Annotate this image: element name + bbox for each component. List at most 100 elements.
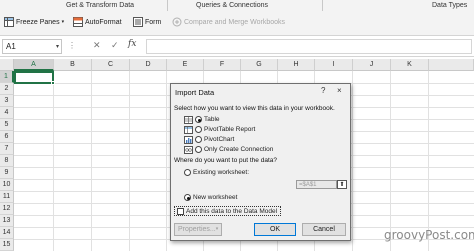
option-table[interactable]: Table [184,115,220,124]
table-icon [184,115,193,124]
freeze-panes-button[interactable]: Freeze Panes ▾ [4,15,64,29]
row-header[interactable]: 6 [0,131,14,143]
option-label: PivotTable Report [204,126,256,133]
option-label: PivotChart [204,136,235,143]
new-worksheet-radio[interactable] [184,194,191,201]
column-header[interactable]: F [204,59,241,71]
connection-icon [184,145,193,154]
row-header[interactable]: 9 [0,167,14,179]
gridline [53,71,54,251]
select-all-corner[interactable] [0,59,14,71]
group-label-queries: Queries & Connections [196,2,268,9]
gridline [166,71,167,251]
ribbon: Get & Transform Data Queries & Connectio… [0,0,474,36]
row-header[interactable]: 8 [0,155,14,167]
properties-button[interactable]: Properties... ▾ [174,223,222,236]
ok-button[interactable]: OK [254,223,296,236]
row-header[interactable]: 13 [0,215,14,227]
column-header[interactable]: G [241,59,278,71]
freeze-panes-label: Freeze Panes [16,18,60,26]
pivotchart-icon [184,135,193,144]
row-header[interactable]: 12 [0,203,14,215]
fill-handle[interactable] [51,81,55,85]
location-prompt: Where do you want to put the data? [174,157,277,164]
dialog-title: Import Data [175,88,215,97]
freeze-panes-icon [4,17,14,27]
row-header[interactable]: 10 [0,179,14,191]
new-worksheet-label: New worksheet [193,194,238,201]
group-label-get-transform: Get & Transform Data [66,2,135,9]
existing-worksheet-radio[interactable] [184,169,191,176]
row-header[interactable]: 5 [0,119,14,131]
row-header[interactable]: 14 [0,227,14,239]
autoformat-button[interactable]: AutoFormat [73,15,122,29]
chevron-down-icon[interactable]: ▾ [56,43,59,50]
group-separator [167,0,168,11]
row-header[interactable]: 7 [0,143,14,155]
collapse-dialog-icon[interactable]: ⬆ [337,180,347,189]
existing-worksheet-option[interactable]: Existing worksheet: [184,168,249,177]
close-icon[interactable]: × [337,86,342,95]
compare-merge-icon [172,17,182,27]
data-model-label: Add this data to the Data Model [186,207,278,215]
option-pivotchart[interactable]: PivotChart [184,135,234,144]
group-separator [322,0,323,11]
cancel-button[interactable]: Cancel [302,223,346,236]
column-header[interactable]: H [278,59,315,71]
column-header[interactable] [429,59,474,71]
existing-worksheet-label: Existing worksheet: [193,169,249,176]
row-header[interactable]: 15 [0,239,14,251]
row-header[interactable]: 1 [0,71,14,83]
cancel-entry-icon[interactable]: ✕ [93,40,101,51]
chevron-down-icon: ▾ [215,226,219,232]
properties-label: Properties... [178,226,216,233]
row-header[interactable]: 4 [0,107,14,119]
autoformat-label: AutoFormat [85,18,122,26]
column-header[interactable]: E [167,59,204,71]
chevron-down-icon: ▾ [61,19,65,25]
column-header[interactable]: I [315,59,353,71]
formula-input[interactable] [146,39,472,54]
column-header[interactable]: D [130,59,167,71]
group-label-data-types: Data Types [432,2,468,9]
insert-function-button[interactable]: fx [128,39,136,49]
confirm-entry-icon[interactable]: ✓ [111,40,119,51]
gridline [91,71,92,251]
active-cell[interactable] [14,71,54,84]
connection-radio[interactable] [195,146,202,153]
form-label: Form [145,18,162,26]
pivotchart-radio[interactable] [195,136,202,143]
column-header[interactable]: A [14,59,54,71]
column-header[interactable]: J [353,59,391,71]
new-worksheet-option[interactable]: New worksheet [184,193,237,202]
form-button[interactable]: Form [133,15,161,29]
range-input[interactable]: =$A$1 [296,180,337,189]
row-header[interactable]: 2 [0,83,14,95]
gridline [129,71,130,251]
watermark: groovyPost.com [384,228,474,242]
autoformat-icon [73,17,83,27]
table-radio[interactable] [195,116,202,123]
data-model-option[interactable]: Add this data to the Data Model [174,206,281,216]
view-prompt: Select how you want to view this data in… [174,105,335,112]
pivottable-radio[interactable] [195,126,202,133]
name-box[interactable]: A1 ▾ [2,39,62,54]
import-data-dialog: Import Data ? × Select how you want to v… [170,83,351,241]
column-header[interactable]: C [92,59,130,71]
column-header[interactable]: B [54,59,92,71]
option-pivottable[interactable]: PivotTable Report [184,125,255,134]
option-connection[interactable]: Only Create Connection [184,145,273,154]
name-box-value: A1 [6,42,16,51]
row-header[interactable]: 11 [0,191,14,203]
help-icon[interactable]: ? [321,86,325,95]
option-label: Table [204,116,220,123]
compare-merge-label: Compare and Merge Workbooks [184,18,286,26]
gridline [428,71,429,251]
data-model-checkbox[interactable] [177,207,184,215]
gridline [390,71,391,251]
formula-bar: A1 ▾ ⋮ ✕ ✓ fx [0,36,474,57]
compare-merge-button[interactable]: Compare and Merge Workbooks [172,15,285,29]
more-dots-icon: ⋮ [68,41,76,50]
row-header[interactable]: 3 [0,95,14,107]
column-header[interactable]: K [391,59,429,71]
